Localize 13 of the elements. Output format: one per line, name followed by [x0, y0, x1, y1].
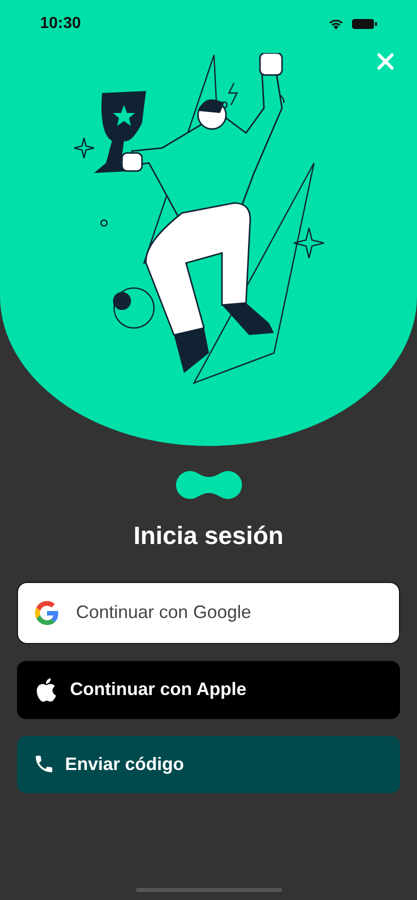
page-title: Inicia sesión: [133, 521, 284, 552]
battery-icon: [352, 18, 377, 30]
google-icon: [35, 600, 59, 624]
send-code-button[interactable]: Enviar código: [17, 736, 400, 792]
close-button[interactable]: [375, 51, 395, 71]
phone-icon: [33, 753, 55, 775]
logo-icon: [174, 470, 242, 500]
google-button[interactable]: Continuar con Google: [17, 582, 400, 644]
apple-button[interactable]: Continuar con Apple: [17, 660, 400, 718]
apple-icon: [35, 678, 57, 702]
close-icon: [376, 52, 394, 70]
status-time: 10:30: [40, 14, 81, 34]
wifi-icon: [328, 18, 344, 30]
